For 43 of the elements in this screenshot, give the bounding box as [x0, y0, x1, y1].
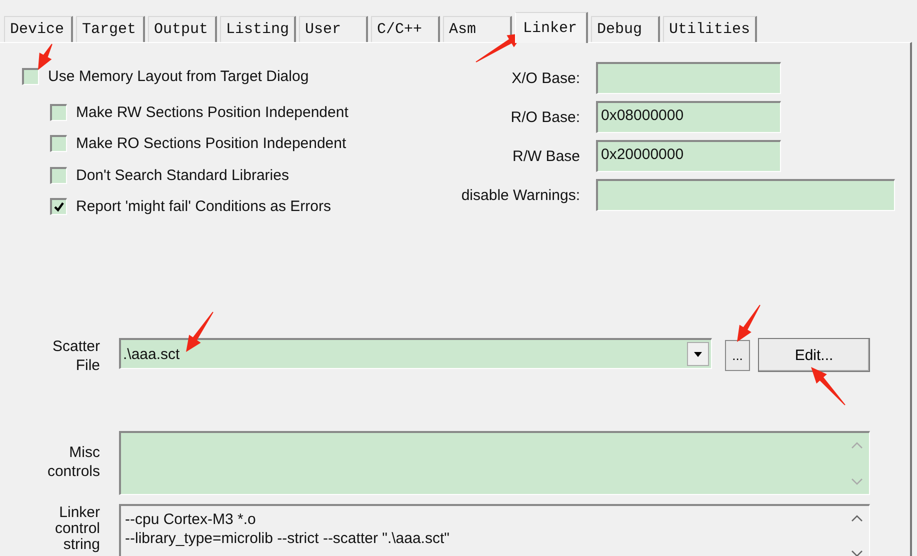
text-line: --cpu Cortex-M3 *.o [125, 510, 256, 529]
field-label: X/O Base: [510, 70, 580, 86]
tab[interactable]: C/C++ [371, 16, 440, 42]
edit-button[interactable]: Edit... [758, 338, 870, 372]
input-field[interactable]: 0x08000000 [596, 101, 781, 133]
browse-button[interactable]: ... [725, 340, 750, 371]
checkbox[interactable] [50, 198, 67, 215]
checkbox[interactable] [50, 104, 67, 120]
scroll-up-icon[interactable] [851, 514, 863, 522]
annotation-arrow [737, 304, 760, 342]
tab[interactable]: Target [76, 16, 145, 42]
tab[interactable]: Output [148, 16, 217, 42]
field-label: disable Warnings: [460, 186, 580, 204]
annotation-arrow [811, 367, 846, 406]
field-label: R/O Base: [510, 108, 580, 126]
field-label: Misc controls [46, 443, 100, 481]
field-label: R/W Base [511, 148, 580, 164]
tab[interactable]: User [299, 16, 368, 42]
checkbox[interactable] [50, 166, 67, 184]
tab[interactable]: Device [4, 16, 73, 42]
checkbox-label: Make RW Sections Position Independent [76, 104, 348, 120]
field-label: Linker control string [54, 505, 100, 553]
checkbox-label: Report 'might fail' Conditions as Errors [76, 198, 331, 215]
checkbox[interactable] [22, 68, 39, 84]
scroll-down-icon[interactable] [851, 550, 863, 556]
text-area[interactable]: --cpu Cortex-M3 *.o --library_type=microlib --strict --scatter ".\aaa.sct" [119, 504, 870, 556]
checkbox-label: Don't Search Standard Libraries [76, 166, 289, 184]
field-label: Scatter File [51, 337, 100, 375]
checkbox-label: Use Memory Layout from Target Dialog [48, 68, 309, 84]
tab[interactable]: Listing [220, 16, 296, 42]
tab[interactable]: Linker [515, 12, 588, 43]
checkbox[interactable] [50, 135, 67, 152]
input-field[interactable] [596, 179, 895, 211]
input-field[interactable] [596, 62, 781, 94]
annotation-arrow [186, 312, 214, 352]
checkbox-label: Make RO Sections Position Independent [76, 135, 346, 152]
text-line: --library_type=microlib --strict --scatter ".\aaa.sct" [125, 529, 450, 548]
annotation-arrow [38, 44, 52, 70]
tab[interactable]: Utilities [663, 16, 758, 42]
dropdown-field[interactable]: .\aaa.sct [119, 338, 712, 369]
tab[interactable]: Debug [591, 16, 660, 42]
tab[interactable]: Asm [443, 16, 512, 42]
input-field[interactable]: 0x20000000 [596, 140, 781, 172]
